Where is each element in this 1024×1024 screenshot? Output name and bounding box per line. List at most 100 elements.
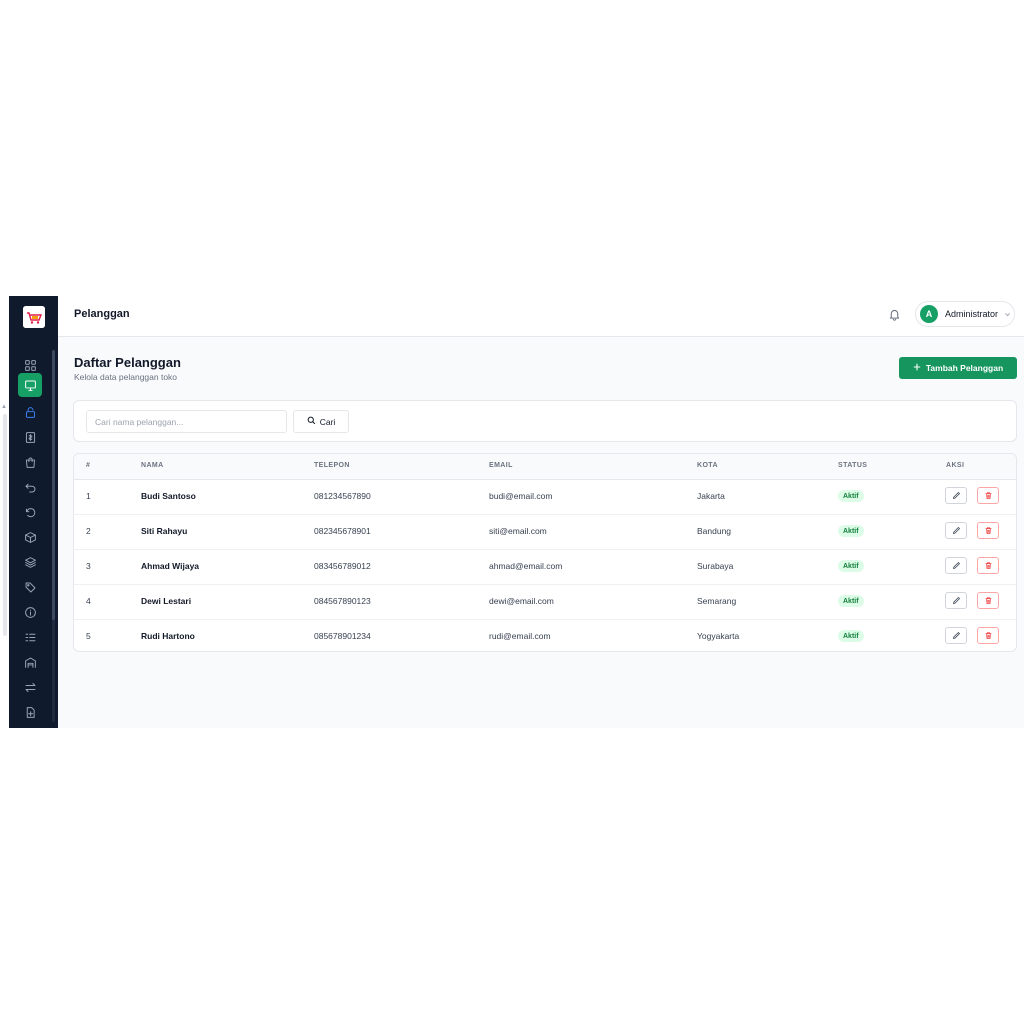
avatar: A	[920, 305, 938, 323]
header-title: Pelanggan	[74, 308, 130, 320]
sidebar-item-undo[interactable]	[18, 475, 42, 499]
edit-button[interactable]	[945, 627, 967, 644]
sidebar-item-rotate-ccw[interactable]	[18, 500, 42, 524]
cell-telepon: 085678901234	[314, 631, 371, 641]
receipt-icon	[24, 431, 37, 444]
background-scrollbar	[3, 414, 7, 636]
sidebar-item-tag[interactable]	[18, 575, 42, 599]
sidebar-item-receipt[interactable]	[18, 425, 42, 449]
delete-button[interactable]	[977, 487, 999, 504]
sidebar-item-shopping-bag[interactable]	[18, 450, 42, 474]
col-number-header: #	[86, 462, 91, 469]
delete-button[interactable]	[977, 522, 999, 539]
trash-icon	[984, 596, 993, 605]
cell-nama: Rudi Hartono	[141, 631, 195, 641]
cell-email: siti@email.com	[489, 526, 547, 536]
search-button[interactable]: Cari	[293, 410, 349, 433]
cell-kota: Surabaya	[697, 561, 734, 571]
sidebar-item-transfer[interactable]	[18, 675, 42, 699]
table-header: # NAMA TELEPON EMAIL KOTA STATUS AKSI	[74, 454, 1016, 480]
page-title: Daftar Pelanggan	[74, 355, 181, 370]
plus-icon	[913, 363, 921, 373]
cell-telepon: 083456789012	[314, 561, 371, 571]
topbar: Pelanggan A Administrator	[58, 296, 1024, 337]
store-logo	[23, 306, 45, 328]
cell-email: rudi@email.com	[489, 631, 551, 641]
cell-email: dewi@email.com	[489, 596, 554, 606]
col-aksi-header: AKSI	[946, 462, 965, 469]
user-name: Administrator	[945, 309, 999, 319]
add-customer-label: Tambah Pelanggan	[925, 363, 1004, 373]
table-row: 5 Rudi Hartono 085678901234 rudi@email.com Y…	[74, 619, 1016, 651]
file-plus-icon	[24, 706, 37, 719]
sidebar-item-list[interactable]	[18, 625, 42, 649]
trash-icon	[984, 491, 993, 500]
sidebar-item-lock[interactable]	[18, 400, 42, 424]
cell-kota: Bandung	[697, 526, 732, 536]
box-icon	[24, 531, 37, 544]
pencil-icon	[952, 596, 961, 605]
cell-nama: Siti Rahayu	[141, 526, 188, 536]
sidebar-item-file-plus[interactable]	[18, 700, 42, 724]
delete-button[interactable]	[977, 557, 999, 574]
trash-icon	[984, 561, 993, 570]
edit-button[interactable]	[945, 487, 967, 504]
search-input[interactable]	[86, 410, 287, 433]
sidebar-item-monitor[interactable]	[18, 373, 42, 397]
col-email-header: EMAIL	[489, 462, 513, 469]
bell-icon[interactable]	[887, 306, 901, 322]
cell-no: 5	[86, 631, 91, 641]
chevron-down-icon	[1004, 311, 1011, 318]
cell-email: ahmad@email.com	[489, 561, 563, 571]
cell-nama: Budi Santoso	[141, 491, 196, 501]
cell-kota: Semarang	[697, 596, 737, 606]
cell-telepon: 084567890123	[314, 596, 371, 606]
edit-button[interactable]	[945, 557, 967, 574]
delete-button[interactable]	[977, 627, 999, 644]
cell-no: 4	[86, 596, 91, 606]
sidebar	[9, 296, 58, 728]
cell-nama: Ahmad Wijaya	[141, 561, 200, 571]
info-icon	[24, 606, 37, 619]
customer-table: # NAMA TELEPON EMAIL KOTA STATUS AKSI 1 Budi Sa…	[73, 453, 1017, 652]
shopping-bag-icon	[24, 456, 37, 469]
rotate-ccw-icon	[24, 506, 37, 519]
trash-icon	[984, 526, 993, 535]
sidebar-item-box[interactable]	[18, 525, 42, 549]
cell-kota: Jakarta	[697, 491, 725, 501]
undo-icon	[24, 481, 37, 494]
cell-nama: Dewi Lestari	[141, 596, 192, 606]
table-row: 1 Budi Santoso 081234567890 budi@email.com J…	[74, 479, 1016, 515]
warehouse-icon	[24, 656, 37, 669]
app-window: Pelanggan A Administrator Daftar Pelangg…	[9, 296, 1024, 728]
col-telepon-header: TELEPON	[314, 462, 350, 469]
search-button-label: Cari	[319, 416, 336, 427]
edit-button[interactable]	[945, 592, 967, 609]
table-row: 2 Siti Rahayu 082345678901 siti@email.com Ba…	[74, 514, 1016, 550]
caret-up-icon: ▲	[1, 404, 7, 410]
search-card: Cari	[73, 400, 1017, 442]
cell-email: budi@email.com	[489, 491, 553, 501]
col-kota-header: KOTA	[697, 462, 718, 469]
delete-button[interactable]	[977, 592, 999, 609]
pencil-icon	[952, 491, 961, 500]
cell-telepon: 081234567890	[314, 491, 371, 501]
add-customer-button[interactable]: Tambah Pelanggan	[899, 357, 1017, 379]
table-row: 3 Ahmad Wijaya 083456789012 ahmad@email.com…	[74, 549, 1016, 585]
sidebar-scroll-thumb[interactable]	[52, 350, 55, 620]
page-subtitle: Kelola data pelanggan toko	[74, 372, 178, 382]
sidebar-item-warehouse[interactable]	[18, 650, 42, 674]
grid-icon	[24, 359, 37, 372]
pencil-icon	[952, 526, 961, 535]
tag-icon	[24, 581, 37, 594]
status-badge: Aktif	[838, 630, 864, 642]
edit-button[interactable]	[945, 522, 967, 539]
lock-icon	[24, 406, 37, 419]
sidebar-item-info[interactable]	[18, 600, 42, 624]
search-icon	[307, 416, 316, 427]
cell-telepon: 082345678901	[314, 526, 371, 536]
cell-kota: Yogyakarta	[697, 631, 740, 641]
status-badge: Aktif	[838, 595, 864, 607]
user-menu[interactable]: A Administrator	[915, 301, 1015, 327]
sidebar-item-layers[interactable]	[18, 550, 42, 574]
